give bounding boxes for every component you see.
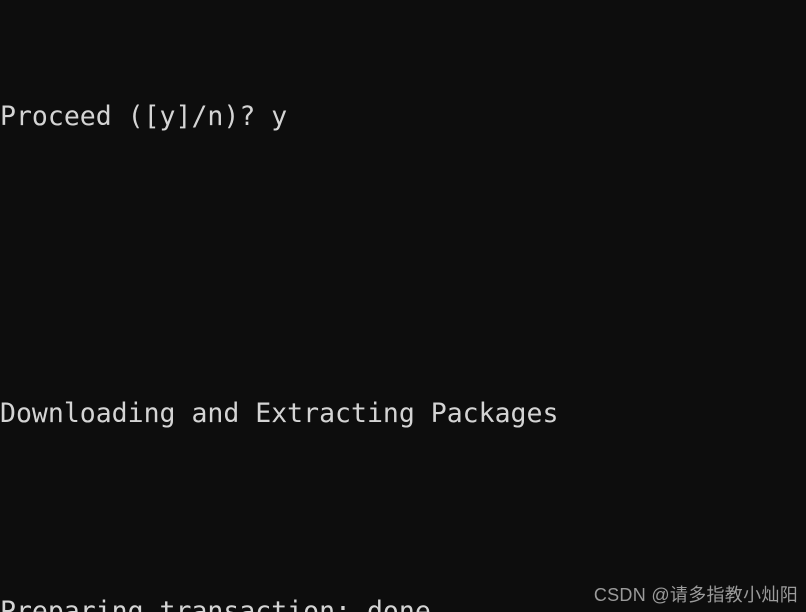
terminal-window[interactable]: Proceed ([y]/n)? y Downloading and Extra… bbox=[0, 0, 806, 612]
terminal-line: Proceed ([y]/n)? y bbox=[0, 101, 288, 132]
terminal-output[interactable]: Proceed ([y]/n)? y Downloading and Extra… bbox=[0, 34, 806, 612]
csdn-watermark: CSDN @请多指教小灿阳 bbox=[593, 585, 798, 605]
terminal-line: Downloading and Extracting Packages bbox=[0, 398, 559, 429]
